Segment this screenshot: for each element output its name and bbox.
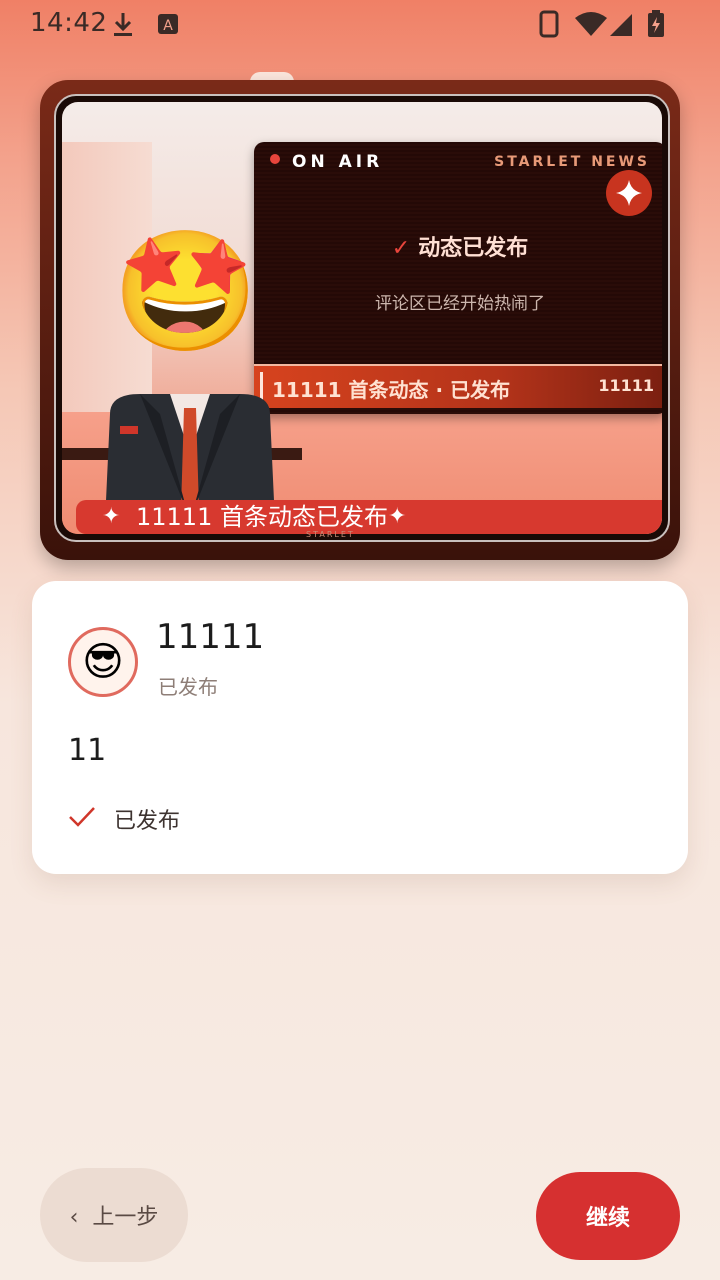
check-icon	[69, 807, 95, 827]
username: 11111	[156, 617, 265, 657]
back-button[interactable]: ‹ 上一步	[40, 1168, 188, 1262]
status-bar: 14:42 A	[0, 0, 720, 48]
news-tv-illustration: ON AIR STARLET NEWS ✓ 动态已发布 评论区已经开始热闹了 11…	[40, 80, 680, 560]
bottom-banner: ✦ 11111 首条动态已发布 ✦	[76, 500, 662, 534]
anchor-emoji: 🤩	[112, 222, 259, 360]
download-icon	[114, 13, 132, 36]
ticker-right: 11111	[598, 376, 654, 395]
subline: 评论区已经开始热闹了	[375, 294, 545, 314]
phone-icon	[539, 10, 559, 38]
sparkle-icon	[616, 180, 642, 206]
check-icon: ✓	[391, 236, 411, 261]
live-dot-icon	[270, 154, 280, 164]
headline-text: 动态已发布	[418, 236, 529, 261]
battery-icon	[648, 10, 664, 37]
avatar: 😎	[68, 627, 138, 697]
font-app-icon: A	[158, 14, 178, 34]
headline: ✓ 动态已发布	[254, 230, 662, 262]
signal-icon	[610, 14, 632, 36]
status-time: 14:42	[30, 8, 108, 38]
on-air-label: ON AIR	[292, 152, 384, 172]
post-status: 已发布	[158, 675, 218, 699]
chevron-left-icon: ‹	[69, 1205, 79, 1230]
brand-label: STARLET NEWS	[494, 154, 650, 170]
sparkle-icon: ✦	[388, 504, 407, 529]
svg-text:A: A	[163, 18, 173, 34]
ticker-text: 11111 首条动态 · 已发布	[272, 378, 511, 402]
published-label: 已发布	[114, 809, 181, 834]
sparkle-icon: ✦	[102, 504, 121, 529]
sparkle-badge	[606, 170, 652, 216]
on-air-screen: ON AIR STARLET NEWS ✓ 动态已发布 评论区已经开始热闹了 11…	[254, 142, 662, 414]
tv-brand-tag: STARLET	[306, 530, 355, 539]
wifi-icon	[575, 12, 607, 36]
post-card: 😎 11111 已发布 11 已发布	[32, 581, 688, 874]
continue-button[interactable]: 继续	[536, 1172, 680, 1260]
banner-text: 11111 首条动态已发布	[136, 503, 388, 531]
post-content: 11	[68, 733, 107, 768]
studio-scene: ON AIR STARLET NEWS ✓ 动态已发布 评论区已经开始热闹了 11…	[62, 102, 662, 534]
tv-screen-frame: ON AIR STARLET NEWS ✓ 动态已发布 评论区已经开始热闹了 11…	[54, 94, 670, 542]
back-label: 上一步	[92, 1205, 159, 1230]
news-ticker: 11111 首条动态 · 已发布 11111	[254, 364, 662, 408]
